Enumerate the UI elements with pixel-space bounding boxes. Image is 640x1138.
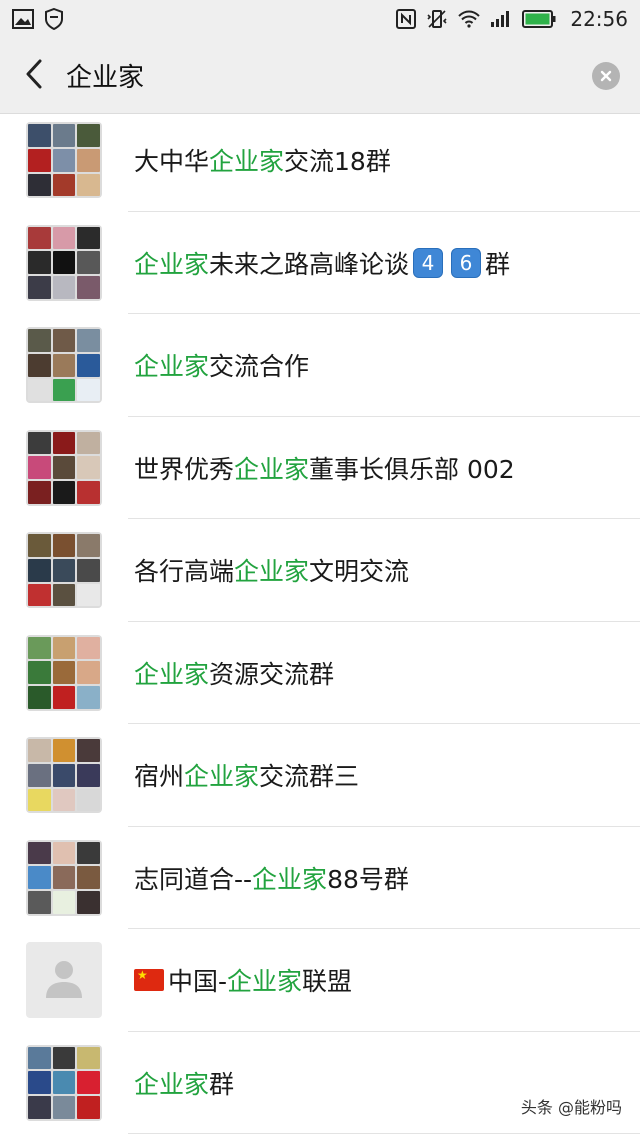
group-avatar <box>26 737 102 814</box>
group-avatar <box>26 122 102 199</box>
group-avatar <box>26 1044 102 1121</box>
battery-icon <box>522 10 556 28</box>
clear-search-button[interactable] <box>592 62 620 90</box>
list-item[interactable]: 大中华 企业家 交流18群 <box>0 109 640 212</box>
back-button[interactable] <box>4 38 64 114</box>
list-item[interactable]: 中国-企业家联盟 <box>0 929 640 1032</box>
group-avatar <box>26 839 102 916</box>
group-name: 企业家 未来之路高峰论谈 4 6 群 <box>134 247 511 279</box>
keycap-badge: 6 <box>451 247 482 278</box>
list-item[interactable]: 各行高端 企业家 文明交流 <box>0 519 640 622</box>
search-header <box>0 38 640 114</box>
group-avatar <box>26 327 102 404</box>
wifi-icon <box>458 10 481 28</box>
group-name: 宿州 企业家 交流群三 <box>134 762 360 792</box>
group-name: 中国-企业家联盟 <box>134 962 352 998</box>
vibrate-icon <box>426 9 448 29</box>
group-name: 各行高端 企业家 文明交流 <box>134 557 410 587</box>
search-input[interactable] <box>66 50 566 101</box>
search-results-list: 大中华 企业家 交流18群 企业家 未来之路高峰论谈 4 6 群 企业家 交流合作 <box>0 109 640 1134</box>
keycap-badge: 4 <box>413 247 444 278</box>
list-item[interactable]: 企业家 交流合作 <box>0 314 640 417</box>
group-name: 企业家 交流合作 <box>134 352 310 382</box>
list-item[interactable]: 宿州 企业家 交流群三 <box>0 724 640 827</box>
default-avatar <box>26 942 102 1019</box>
group-name: 志同道合-- 企业家 88号群 <box>134 864 409 894</box>
shield-icon <box>44 8 64 30</box>
image-icon <box>12 9 34 29</box>
group-name: 企业家群 <box>134 1069 235 1099</box>
nfc-icon <box>396 9 417 29</box>
person-icon <box>40 954 88 1006</box>
signal-icon <box>490 10 512 28</box>
group-avatar <box>26 224 102 301</box>
group-avatar <box>26 532 102 609</box>
watermark: 头条 @能粉吗 <box>516 1092 626 1120</box>
clock: 22:56 <box>570 7 628 31</box>
status-bar: 22:56 <box>0 0 640 38</box>
group-avatar <box>26 429 102 506</box>
group-name: 世界优秀 企业家 董事长俱乐部 002 <box>134 454 515 484</box>
group-name: 大中华 企业家 交流18群 <box>134 147 391 177</box>
group-name: 企业家 资源交流群 <box>134 659 335 689</box>
china-flag-icon <box>134 968 164 992</box>
list-item[interactable]: 企业家 未来之路高峰论谈 4 6 群 <box>0 212 640 315</box>
list-item[interactable]: 志同道合-- 企业家 88号群 <box>0 827 640 930</box>
list-item[interactable]: 世界优秀 企业家 董事长俱乐部 002 <box>0 417 640 520</box>
list-item[interactable]: 企业家 资源交流群 <box>0 622 640 725</box>
close-icon <box>600 67 612 86</box>
group-avatar <box>26 634 102 711</box>
chevron-left-icon <box>24 58 44 94</box>
